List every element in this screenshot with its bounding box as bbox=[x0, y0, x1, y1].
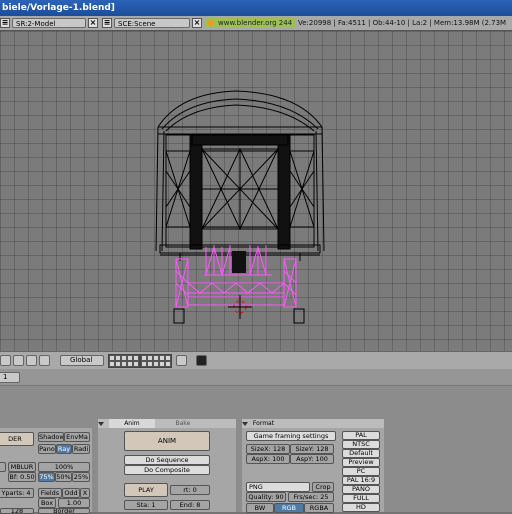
filter-type-select[interactable]: Box bbox=[38, 498, 56, 508]
manipulator-toggle-icon[interactable] bbox=[0, 355, 11, 366]
aspx-field[interactable]: AspX: 100 bbox=[246, 454, 290, 464]
buttons-header: 1 bbox=[0, 369, 512, 386]
size-25-button[interactable]: 25% bbox=[72, 472, 90, 482]
buttons-window: DER Shadow EnvMa Pano Ray Radi MBLUR Bf:… bbox=[0, 386, 512, 514]
format-panel-header: Format bbox=[242, 419, 384, 428]
preset-default[interactable]: Default bbox=[342, 449, 380, 458]
transform-orientation-select[interactable]: Global bbox=[60, 355, 104, 366]
blender-version-text: www.blender.org 244 bbox=[218, 19, 293, 27]
screen-delete-button[interactable]: × bbox=[88, 18, 98, 28]
rotate-manipulator-icon[interactable] bbox=[26, 355, 37, 366]
scene-browse-button[interactable]: ≡ bbox=[102, 18, 112, 28]
window-title-bar: biele/Vorlage-1.blend] bbox=[0, 0, 512, 16]
do-composite-toggle[interactable]: Do Composite bbox=[124, 465, 210, 475]
filter-size-field[interactable]: 1.00 bbox=[58, 498, 90, 508]
render-button[interactable]: DER bbox=[0, 432, 34, 446]
osa-toggle[interactable] bbox=[0, 462, 6, 472]
size-100-button[interactable]: 100% bbox=[38, 462, 90, 472]
bottom-left-field[interactable]: 128 bbox=[0, 508, 34, 514]
collapse-triangle-icon[interactable] bbox=[242, 421, 248, 426]
blender-logo-icon bbox=[208, 20, 214, 26]
size-75-button[interactable]: 75% bbox=[38, 472, 55, 482]
screen-browse-button[interactable]: ≡ bbox=[0, 18, 10, 28]
border-toggle[interactable]: Border bbox=[38, 508, 90, 514]
rt-field[interactable]: rt: 0 bbox=[170, 485, 210, 495]
start-frame-field[interactable]: Sta: 1 bbox=[124, 500, 168, 510]
ray-toggle[interactable]: Ray bbox=[56, 444, 72, 454]
file-type-select[interactable]: PNG bbox=[246, 482, 310, 492]
size-50-button[interactable]: 50% bbox=[55, 472, 72, 482]
shadow-toggle[interactable]: Shadow bbox=[38, 432, 64, 442]
play-button[interactable]: PLAY bbox=[124, 483, 168, 497]
sizey-field[interactable]: SizeY: 128 bbox=[290, 444, 334, 454]
preset-pc[interactable]: PC bbox=[342, 467, 380, 476]
fps-field[interactable]: Frs/sec: 25 bbox=[288, 492, 334, 502]
preset-pal[interactable]: PAL bbox=[342, 431, 380, 440]
current-frame-value: 1 bbox=[3, 373, 8, 381]
orientation-label: Global bbox=[70, 356, 93, 364]
fields-toggle[interactable]: Fields bbox=[38, 488, 62, 498]
layer-buttons-right[interactable] bbox=[140, 354, 172, 368]
current-frame-field[interactable]: 1 bbox=[0, 372, 20, 383]
scene-delete-button[interactable]: × bbox=[192, 18, 202, 28]
tab-format[interactable]: Format bbox=[253, 420, 274, 427]
aspy-field[interactable]: AspY: 100 bbox=[290, 454, 334, 464]
preset-pal-16-9[interactable]: PAL 16:9 bbox=[342, 476, 380, 485]
window-title: biele/Vorlage-1.blend] bbox=[2, 3, 115, 13]
3d-view-header: Global bbox=[0, 351, 512, 370]
lock-layers-icon[interactable] bbox=[176, 355, 187, 366]
sizex-field[interactable]: SizeX: 128 bbox=[246, 444, 290, 454]
preset-pano[interactable]: PANO bbox=[342, 485, 380, 494]
x-toggle[interactable]: X bbox=[80, 488, 90, 498]
info-header: ≡ SR:2-Model × ≡ SCE:Scene × www.blender… bbox=[0, 16, 512, 31]
3d-viewport[interactable] bbox=[0, 31, 512, 351]
do-sequence-toggle[interactable]: Do Sequence bbox=[124, 455, 210, 465]
blender-website-link[interactable]: www.blender.org 244 bbox=[206, 18, 296, 28]
bf-field[interactable]: Bf: 0.50 bbox=[8, 472, 36, 482]
yparts-field[interactable]: Yparts: 4 bbox=[0, 488, 34, 498]
layer-buttons-left[interactable] bbox=[108, 354, 140, 368]
end-frame-field[interactable]: End: 8 bbox=[170, 500, 210, 510]
tab-anim[interactable]: Anim bbox=[108, 419, 155, 428]
screen-select-field[interactable]: SR:2-Model bbox=[12, 18, 86, 28]
preset-hd[interactable]: HD bbox=[342, 503, 380, 512]
odd-toggle[interactable]: Odd bbox=[62, 488, 80, 498]
crop-toggle[interactable]: Crop bbox=[312, 482, 334, 492]
3d-cursor-icon bbox=[228, 295, 252, 319]
radio-toggle[interactable]: Radi bbox=[72, 444, 90, 454]
mblur-toggle[interactable]: MBLUR bbox=[8, 462, 36, 472]
anim-panel-header: Anim Bake bbox=[98, 419, 236, 428]
envmap-toggle[interactable]: EnvMa bbox=[64, 432, 90, 442]
collapse-triangle-icon[interactable] bbox=[98, 421, 104, 426]
quality-field[interactable]: Quality: 90 bbox=[246, 492, 286, 502]
tram-wireframe-model bbox=[155, 90, 325, 324]
scale-manipulator-icon[interactable] bbox=[39, 355, 50, 366]
preset-preview[interactable]: Preview bbox=[342, 458, 380, 467]
render-view-icon[interactable] bbox=[196, 355, 207, 366]
preset-ntsc[interactable]: NTSC bbox=[342, 440, 380, 449]
scene-select-field[interactable]: SCE:Scene bbox=[114, 18, 190, 28]
anim-button[interactable]: ANIM bbox=[124, 431, 210, 451]
preset-full[interactable]: FULL bbox=[342, 494, 380, 503]
scene-stats: Ve:20998 | Fa:4511 | Ob:44-10 | La:2 | M… bbox=[298, 19, 507, 27]
game-framing-button[interactable]: Game framing settings bbox=[246, 431, 336, 441]
tab-bake[interactable]: Bake bbox=[157, 419, 209, 428]
translate-manipulator-icon[interactable] bbox=[13, 355, 24, 366]
pano-toggle[interactable]: Pano bbox=[38, 444, 56, 454]
